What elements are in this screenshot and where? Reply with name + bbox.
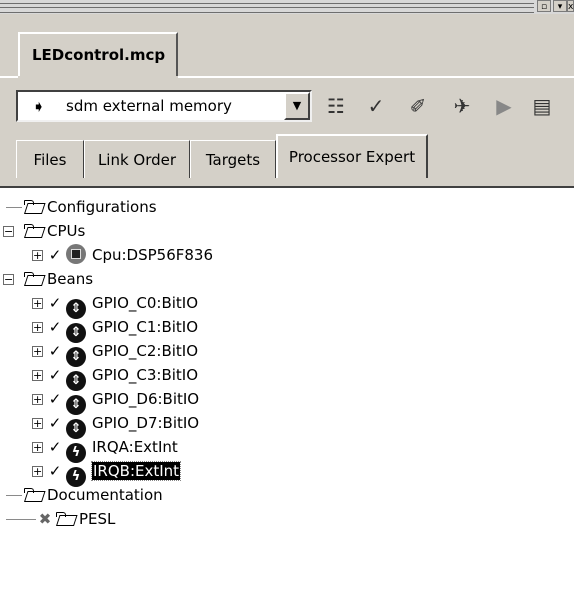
drag-grip[interactable] (0, 3, 534, 13)
expand-icon[interactable]: + (32, 298, 43, 309)
collapse-icon[interactable]: − (3, 226, 14, 237)
folder-icon (56, 512, 75, 526)
run-button[interactable]: ▶ (490, 92, 518, 120)
tab-divider (0, 76, 18, 78)
check-icon: ✓ (48, 342, 62, 360)
make-icon: ✐ (409, 94, 427, 118)
check-icon: ✓ (48, 390, 62, 408)
check-icon: ✓ (48, 462, 62, 480)
project-inspector-button[interactable]: ▤ (528, 92, 556, 120)
scroll-button[interactable]: ▾ (553, 0, 567, 12)
tree-item-bean[interactable]: ✓ ⇕ GPIO_C3:BitIO (48, 364, 198, 391)
tab-label: Files (33, 150, 67, 169)
tree-item-beans[interactable]: Beans (24, 268, 93, 290)
folder-icon (24, 488, 43, 502)
tree-connector (6, 495, 22, 496)
document-tab-label: LEDcontrol.mcp (32, 46, 166, 64)
check-icon: ✓ (367, 94, 385, 118)
tab-link-order[interactable]: Link Order (84, 140, 190, 178)
check-icon: ✓ (48, 366, 62, 384)
debug-icon: ✈ (453, 94, 471, 118)
check-icon: ✓ (48, 438, 62, 456)
inspector-icon: ▤ (532, 94, 552, 118)
tree-item-cpu[interactable]: ✓ Cpu:DSP56F836 (48, 244, 213, 266)
tab-files[interactable]: Files (16, 140, 84, 178)
tree-item-bean[interactable]: ✓ ⇕ GPIO_C0:BitIO (48, 292, 198, 319)
settings-button[interactable]: ☷ (322, 92, 350, 120)
tree-item-cpus[interactable]: CPUs (24, 220, 85, 242)
target-select-value: sdm external memory (66, 97, 232, 115)
tree-connector (6, 519, 36, 520)
make-button[interactable]: ✐ (404, 92, 432, 120)
folder-icon (24, 272, 43, 286)
tree-item-bean[interactable]: ✓ ⇕ GPIO_C1:BitIO (48, 316, 198, 343)
target-select[interactable]: ➧ sdm external memory ▼ (16, 90, 312, 122)
expand-icon[interactable]: + (32, 394, 43, 405)
run-icon: ▶ (496, 94, 512, 118)
tree-item-pesl[interactable]: ✖ PESL (38, 508, 116, 530)
tree-connector (6, 207, 22, 208)
restore-button[interactable]: ▫ (537, 0, 551, 12)
tab-label: Targets (205, 150, 261, 169)
tree-item-bean[interactable]: ✓ ⇕ GPIO_D6:BitIO (48, 388, 199, 415)
folder-icon (24, 200, 43, 214)
check-icon: ✓ (48, 294, 62, 312)
disabled-x-icon: ✖ (38, 510, 52, 528)
expand-icon[interactable]: + (32, 466, 43, 477)
close-button[interactable]: x (567, 0, 574, 12)
tree-item-documentation[interactable]: Documentation (24, 484, 163, 506)
tree-item-bean-selected[interactable]: ✓ ϟ IRQB:ExtInt (48, 460, 182, 487)
expand-icon[interactable]: + (32, 418, 43, 429)
debug-button[interactable]: ✈ (448, 92, 476, 120)
window-title-strip: ▫ ▾ x (0, 0, 574, 14)
expand-icon[interactable]: + (32, 250, 43, 261)
tab-processor-expert[interactable]: Processor Expert (276, 134, 428, 178)
expand-icon[interactable]: + (32, 322, 43, 333)
target-icon: ➧ (32, 97, 46, 116)
check-icon: ✓ (48, 246, 62, 264)
cpu-icon (66, 244, 86, 264)
tab-label: Processor Expert (288, 148, 416, 166)
check-icon: ✓ (48, 318, 62, 336)
folder-icon (24, 224, 43, 238)
tab-targets[interactable]: Targets (190, 140, 276, 178)
synchronize-button[interactable]: ✓ (362, 92, 390, 120)
tree-item-bean[interactable]: ✓ ⇕ GPIO_C2:BitIO (48, 340, 198, 367)
document-tab[interactable]: LEDcontrol.mcp (18, 32, 178, 76)
chevron-down-icon[interactable]: ▼ (284, 92, 310, 120)
expand-icon[interactable]: + (32, 346, 43, 357)
tree-item-configurations[interactable]: Configurations (24, 196, 157, 218)
tab-label: Link Order (97, 150, 177, 169)
collapse-icon[interactable]: − (3, 274, 14, 285)
tree-item-bean[interactable]: ✓ ϟ IRQA:ExtInt (48, 436, 178, 463)
check-icon: ✓ (48, 414, 62, 432)
tab-divider (178, 76, 574, 78)
tree-item-bean[interactable]: ✓ ⇕ GPIO_D7:BitIO (48, 412, 199, 439)
processor-expert-tree: Configurations − CPUs + ✓ Cpu:DSP56F836 −… (0, 186, 574, 600)
settings-icon: ☷ (327, 94, 345, 118)
expand-icon[interactable]: + (32, 370, 43, 381)
expand-icon[interactable]: + (32, 442, 43, 453)
